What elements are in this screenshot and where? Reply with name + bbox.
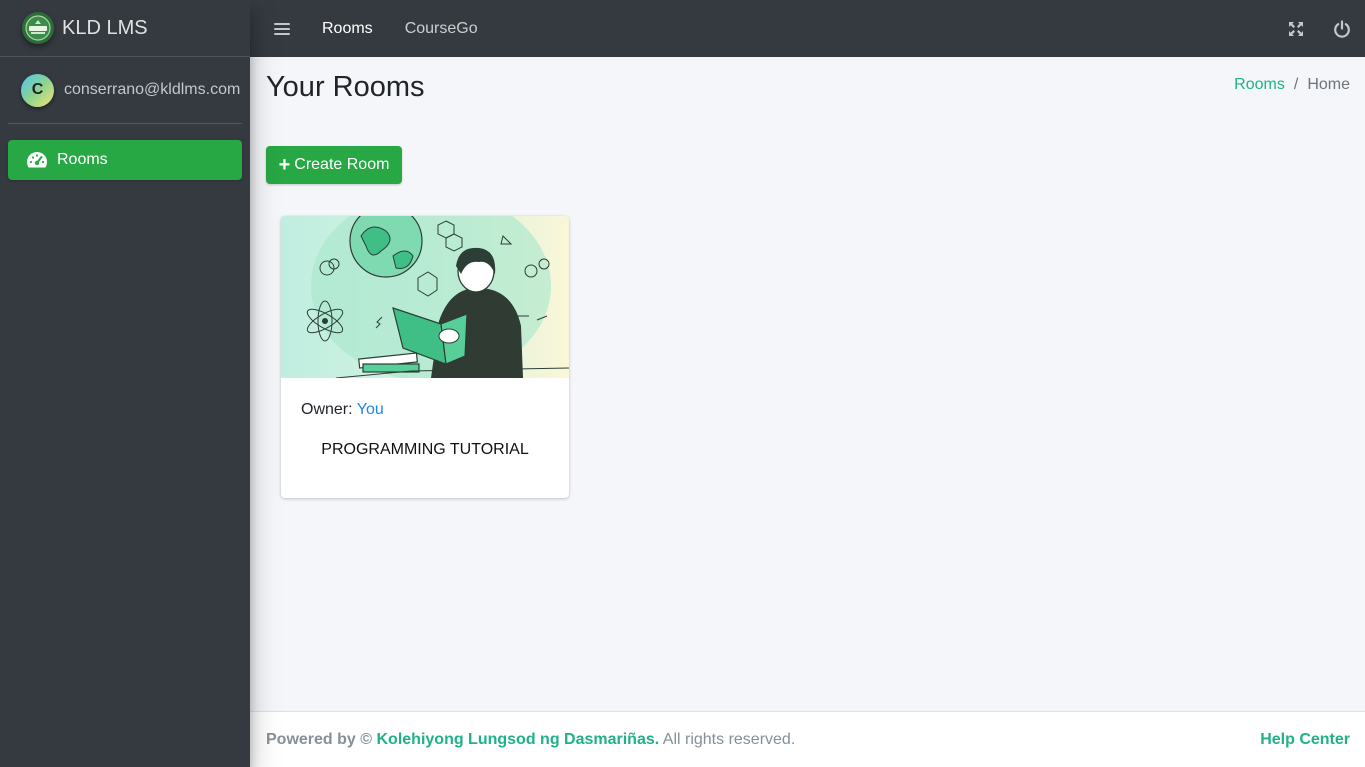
top-navbar: Rooms CourseGo — [250, 0, 1365, 57]
coursego-logo-icon — [22, 12, 54, 44]
plus-icon: + — [278, 154, 291, 176]
sidebar: KLD LMS C conserrano@kldlms.com Rooms — [0, 0, 250, 767]
breadcrumb-separator: / — [1293, 76, 1299, 93]
nav-link-coursego[interactable]: CourseGo — [405, 20, 478, 38]
room-card[interactable]: Owner: You PROGRAMMING TUTORIAL — [281, 216, 569, 498]
footer-institution-link[interactable]: Kolehiyong Lungsod ng Dasmariñas. — [377, 731, 660, 748]
breadcrumb: Rooms / Home — [1234, 76, 1350, 94]
breadcrumb-rooms-link[interactable]: Rooms — [1234, 76, 1285, 94]
footer-copyright: Powered by © Kolehiyong Lungsod ng Dasma… — [266, 731, 795, 749]
brand-name: KLD LMS — [62, 16, 148, 39]
room-owner: Owner: You — [301, 401, 384, 419]
footer-rights: All rights reserved. — [662, 730, 796, 748]
sidebar-nav: Rooms — [0, 124, 250, 180]
dashboard-gauge-icon — [26, 149, 48, 171]
nav-link-rooms[interactable]: Rooms — [322, 20, 373, 38]
room-title: PROGRAMMING TUTORIAL — [321, 441, 529, 458]
create-room-button[interactable]: + Create Room — [266, 146, 402, 184]
expand-fullscreen-icon[interactable] — [1273, 0, 1319, 57]
footer: Powered by © Kolehiyong Lungsod ng Dasma… — [250, 711, 1365, 767]
owner-label: Owner: — [301, 401, 353, 418]
avatar[interactable]: C — [21, 73, 54, 107]
sidebar-item-rooms[interactable]: Rooms — [8, 140, 242, 180]
breadcrumb-current: Home — [1307, 76, 1350, 93]
power-icon[interactable] — [1319, 0, 1365, 57]
sidebar-item-label: Rooms — [57, 151, 108, 168]
user-email[interactable]: conserrano@kldlms.com — [64, 81, 240, 99]
create-room-label: Create Room — [294, 156, 390, 173]
hamburger-icon[interactable] — [274, 20, 290, 38]
page-title: Your Rooms — [266, 71, 425, 103]
room-cover-image — [281, 216, 569, 378]
main-content: Your Rooms Rooms / Home + Create Room Ow… — [250, 57, 1365, 711]
footer-powered: Powered by © — [266, 730, 373, 748]
brand-link[interactable]: KLD LMS — [0, 0, 250, 57]
navbar-right — [1273, 0, 1365, 57]
owner-value: You — [356, 401, 384, 418]
user-panel: C conserrano@kldlms.com — [8, 57, 242, 124]
help-center-link[interactable]: Help Center — [1260, 731, 1350, 749]
